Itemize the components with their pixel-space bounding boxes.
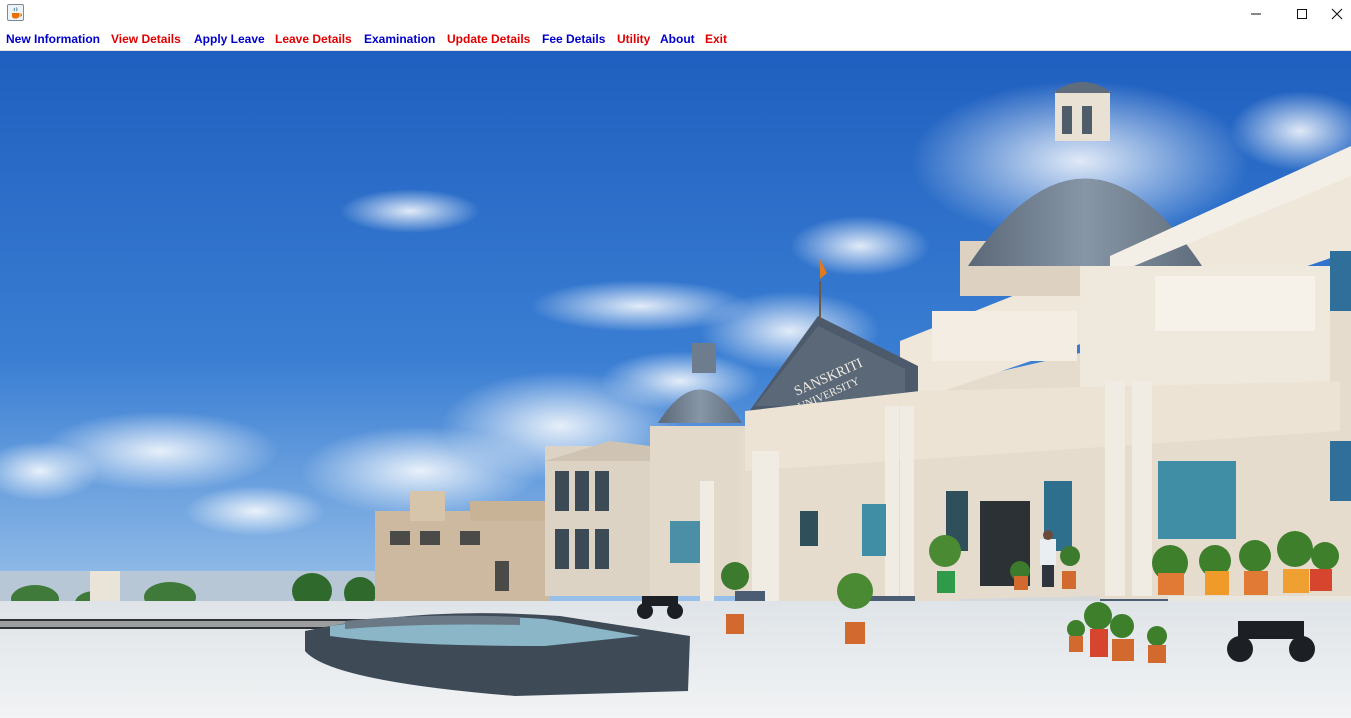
menu-view-details[interactable]: View Details <box>111 31 181 48</box>
curbs <box>0 619 375 629</box>
close-button[interactable] <box>1322 0 1351 28</box>
title-bar <box>0 0 1351 28</box>
middle-wing <box>545 441 650 596</box>
minimize-button[interactable] <box>1233 0 1279 28</box>
menu-exit[interactable]: Exit <box>705 31 727 48</box>
close-icon <box>1331 8 1342 20</box>
menu-leave-details[interactable]: Leave Details <box>275 31 352 48</box>
menu-about[interactable]: About <box>660 31 695 48</box>
menu-fee-details[interactable]: Fee Details <box>542 31 605 48</box>
maximize-icon <box>1297 9 1307 19</box>
maximize-button[interactable] <box>1279 0 1325 28</box>
menu-apply-leave[interactable]: Apply Leave <box>194 31 265 48</box>
campus-background-image: SANSKRITI UNIVERSITY <box>0 51 1351 718</box>
menu-new-information[interactable]: New Information <box>6 31 100 48</box>
menu-utility[interactable]: Utility <box>617 31 650 48</box>
java-coffee-icon <box>7 4 24 21</box>
menu-examination[interactable]: Examination <box>364 31 435 48</box>
menu-update-details[interactable]: Update Details <box>447 31 530 48</box>
minimize-icon <box>1251 13 1261 15</box>
menu-bar: New Information View Details Apply Leave… <box>0 28 1351 51</box>
